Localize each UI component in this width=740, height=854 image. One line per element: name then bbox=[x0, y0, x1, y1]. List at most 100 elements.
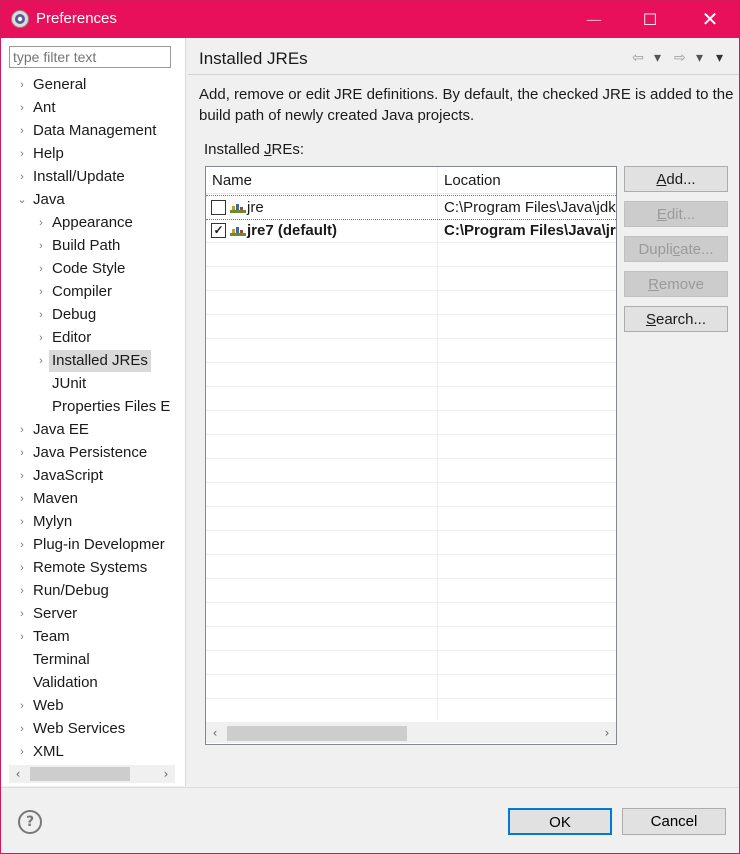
tree-item[interactable]: Terminal bbox=[16, 649, 185, 671]
tree-collapsed-chevron-icon[interactable]: › bbox=[16, 442, 28, 464]
tree-item[interactable]: › Mylyn bbox=[16, 511, 185, 533]
empty-table-row bbox=[206, 651, 616, 675]
tree-collapsed-chevron-icon[interactable]: › bbox=[16, 419, 28, 441]
tree-item[interactable]: › Maven bbox=[16, 488, 185, 510]
edit-button[interactable]: Edit... bbox=[624, 201, 728, 227]
table-scroll-left-icon[interactable]: ‹ bbox=[206, 724, 224, 742]
table-row[interactable]: jre C:\Program Files\Java\jdk1.8.0 bbox=[206, 195, 616, 220]
tree-item[interactable]: › Editor bbox=[35, 327, 185, 349]
tree-item-label: Terminal bbox=[33, 651, 90, 668]
table-scroll-right-icon[interactable]: › bbox=[598, 724, 616, 742]
close-button[interactable]: ✕ bbox=[687, 1, 733, 38]
tree-item[interactable]: › Web bbox=[16, 695, 185, 717]
tree-item[interactable]: › Java EE bbox=[16, 419, 185, 441]
tree-item[interactable]: › Ant bbox=[16, 97, 185, 119]
tree-collapsed-chevron-icon[interactable]: › bbox=[16, 511, 28, 533]
tree-collapsed-chevron-icon[interactable] bbox=[35, 373, 47, 395]
tree-item[interactable]: Validation bbox=[16, 672, 185, 694]
tree-collapsed-chevron-icon[interactable]: › bbox=[35, 350, 47, 372]
minimize-button[interactable]: — bbox=[571, 1, 617, 38]
remove-button[interactable]: Remove bbox=[624, 271, 728, 297]
tree-item[interactable]: › Run/Debug bbox=[16, 580, 185, 602]
tree-collapsed-chevron-icon[interactable]: › bbox=[35, 304, 47, 326]
tree-collapsed-chevron-icon[interactable] bbox=[16, 649, 28, 671]
ok-button[interactable]: OK bbox=[508, 808, 612, 835]
back-arrow-icon[interactable]: ⇦ bbox=[632, 50, 644, 66]
scroll-thumb[interactable] bbox=[30, 767, 130, 781]
filter-input[interactable] bbox=[9, 46, 171, 68]
tree-expanded-chevron-icon[interactable]: ⌄ bbox=[16, 189, 28, 211]
tree-item[interactable]: › Install/Update bbox=[16, 166, 185, 188]
table-horizontal-scrollbar[interactable]: ‹ › bbox=[206, 723, 616, 743]
add-button[interactable]: Add... bbox=[624, 166, 728, 192]
tree-collapsed-chevron-icon[interactable]: › bbox=[16, 534, 28, 556]
tree-collapsed-chevron-icon[interactable]: › bbox=[16, 718, 28, 740]
title-bar[interactable]: Preferences — ☐ ✕ bbox=[1, 1, 739, 38]
tree-collapsed-chevron-icon[interactable]: › bbox=[35, 281, 47, 303]
tree-collapsed-chevron-icon[interactable]: › bbox=[16, 603, 28, 625]
column-header-name[interactable]: Name bbox=[206, 167, 252, 193]
tree-collapsed-chevron-icon[interactable]: › bbox=[35, 235, 47, 257]
tree-item[interactable]: › Team bbox=[16, 626, 185, 648]
button-label-mnemonic: A bbox=[656, 171, 667, 188]
tree-item-label: Plug-in Developmer bbox=[33, 536, 165, 553]
tree-item[interactable]: › Build Path bbox=[35, 235, 185, 257]
tree-item[interactable]: › Code Style bbox=[35, 258, 185, 280]
tree-collapsed-chevron-icon[interactable]: › bbox=[16, 741, 28, 762]
tree-item[interactable]: › Compiler bbox=[35, 281, 185, 303]
tree-collapsed-chevron-icon[interactable]: › bbox=[16, 97, 28, 119]
back-menu-chevron-icon[interactable]: ▾ bbox=[654, 50, 661, 66]
tree-collapsed-chevron-icon[interactable]: › bbox=[16, 120, 28, 142]
tree-item[interactable]: › Installed JREs bbox=[35, 350, 185, 372]
empty-table-row bbox=[206, 483, 616, 507]
tree-item[interactable]: › Server bbox=[16, 603, 185, 625]
tree-item[interactable]: › JavaScript bbox=[16, 465, 185, 487]
tree-collapsed-chevron-icon[interactable] bbox=[16, 672, 28, 694]
tree-item[interactable]: › Web Services bbox=[16, 718, 185, 740]
table-scroll-thumb[interactable] bbox=[227, 726, 407, 741]
tree-collapsed-chevron-icon[interactable]: › bbox=[35, 327, 47, 349]
tree-horizontal-scrollbar[interactable]: ‹ › bbox=[9, 765, 175, 783]
tree-collapsed-chevron-icon[interactable]: › bbox=[16, 557, 28, 579]
maximize-button[interactable]: ☐ bbox=[627, 1, 673, 38]
empty-table-row bbox=[206, 627, 616, 651]
tree-item[interactable]: JUnit bbox=[35, 373, 185, 395]
tree-collapsed-chevron-icon[interactable]: › bbox=[16, 488, 28, 510]
cancel-button[interactable]: Cancel bbox=[622, 808, 726, 835]
tree-item[interactable]: › Remote Systems bbox=[16, 557, 185, 579]
tree-collapsed-chevron-icon[interactable]: › bbox=[16, 166, 28, 188]
view-menu-chevron-icon[interactable]: ▾ bbox=[716, 50, 723, 66]
scroll-left-arrow-icon[interactable]: ‹ bbox=[9, 765, 27, 783]
tree-item[interactable]: Properties Files E bbox=[35, 396, 185, 418]
tree-collapsed-chevron-icon[interactable]: › bbox=[16, 74, 28, 96]
installed-jres-table[interactable]: Name Location jre C:\Program Files\Java\j… bbox=[205, 166, 617, 745]
scroll-right-arrow-icon[interactable]: › bbox=[157, 765, 175, 783]
tree-item[interactable]: › General bbox=[16, 74, 185, 96]
forward-menu-chevron-icon[interactable]: ▾ bbox=[696, 50, 703, 66]
tree-item[interactable]: › Plug-in Developmer bbox=[16, 534, 185, 556]
tree-collapsed-chevron-icon[interactable] bbox=[35, 396, 47, 418]
tree-item[interactable]: › Data Management bbox=[16, 120, 185, 142]
tree-collapsed-chevron-icon[interactable]: › bbox=[16, 465, 28, 487]
tree-item[interactable]: › Appearance bbox=[35, 212, 185, 234]
tree-item[interactable]: › Help bbox=[16, 143, 185, 165]
search-button[interactable]: Search... bbox=[624, 306, 728, 332]
tree-item[interactable]: ⌄ Java bbox=[16, 189, 185, 211]
tree-collapsed-chevron-icon[interactable]: › bbox=[35, 212, 47, 234]
duplicate-button[interactable]: Duplicate... bbox=[624, 236, 728, 262]
column-header-location[interactable]: Location bbox=[438, 167, 501, 193]
jre-checkbox[interactable] bbox=[211, 200, 226, 215]
tree-collapsed-chevron-icon[interactable]: › bbox=[16, 626, 28, 648]
tree-collapsed-chevron-icon[interactable]: › bbox=[16, 580, 28, 602]
forward-arrow-icon[interactable]: ⇨ bbox=[674, 50, 686, 66]
tree-collapsed-chevron-icon[interactable]: › bbox=[16, 143, 28, 165]
help-icon[interactable]: ? bbox=[18, 810, 42, 834]
jre-name: jre bbox=[247, 199, 264, 216]
tree-collapsed-chevron-icon[interactable]: › bbox=[16, 695, 28, 717]
tree-collapsed-chevron-icon[interactable]: › bbox=[35, 258, 47, 280]
tree-item[interactable]: › XML bbox=[16, 741, 185, 762]
tree-item[interactable]: › Debug bbox=[35, 304, 185, 326]
table-row[interactable]: ✓ jre7 (default) C:\Program Files\Java\jre… bbox=[206, 219, 616, 243]
tree-item[interactable]: › Java Persistence bbox=[16, 442, 185, 464]
jre-checkbox[interactable]: ✓ bbox=[211, 223, 226, 238]
